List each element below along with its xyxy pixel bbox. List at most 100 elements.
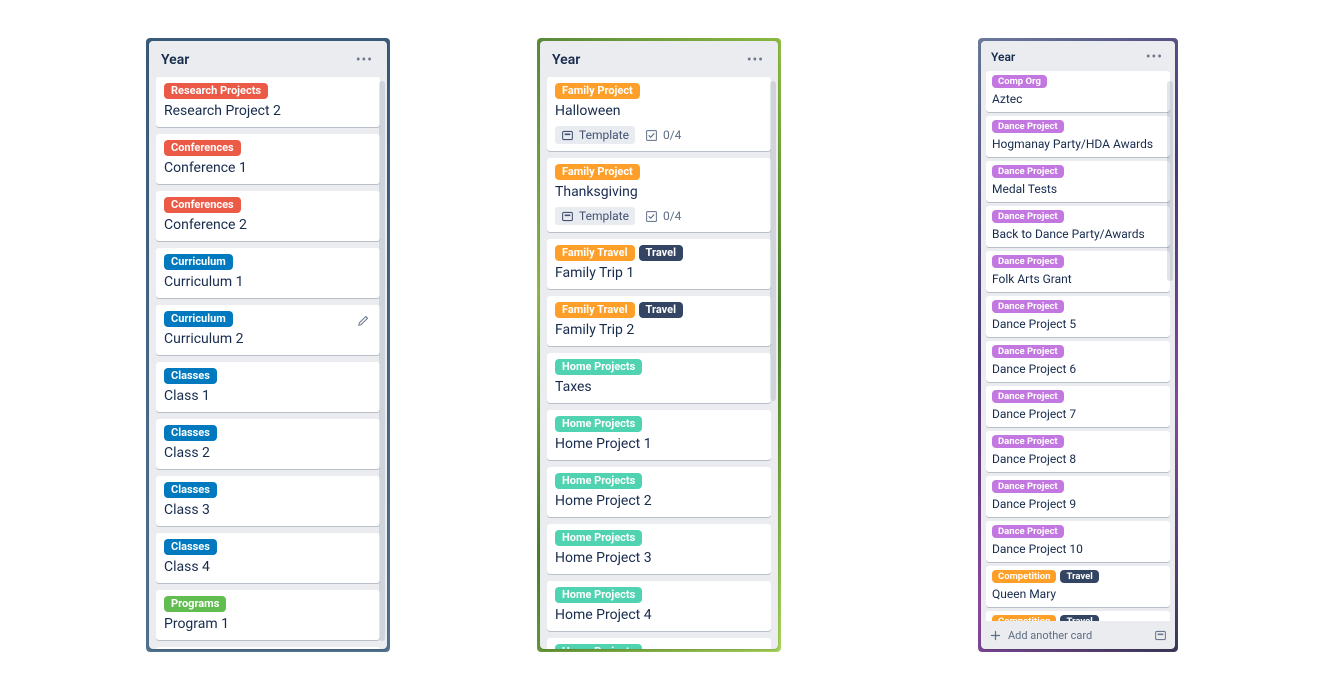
scrollbar[interactable] [770,81,776,401]
card[interactable]: Dance ProjectDance Project 8 [986,431,1170,472]
card-label[interactable]: Home Projects [555,473,642,489]
card-label[interactable]: Classes [164,539,217,555]
card-label[interactable]: Dance Project [992,525,1064,538]
card-label[interactable]: Competition [992,570,1056,583]
card-title: Dance Project 7 [992,406,1164,422]
card-label[interactable]: Home Projects [555,416,642,432]
labels-row: Family TravelTravel [555,302,763,318]
card[interactable]: CurriculumCurriculum 1 [156,248,380,298]
card[interactable]: Dance Project Dance Project 9 [986,476,1170,517]
card[interactable]: Classes Class 4 [156,533,380,583]
card[interactable]: Dance ProjectHogmanay Party/HDA Awards [986,116,1170,157]
card-label[interactable]: Programs [164,596,226,612]
card-label[interactable]: Curriculum [164,254,233,270]
labels-row: Dance Project [992,300,1164,313]
card[interactable]: Home ProjectsHome Project 3 [547,524,771,574]
scrollbar[interactable] [379,81,385,641]
card-label[interactable]: Dance Project [992,165,1064,178]
card-label[interactable]: Classes [164,425,217,441]
card-label[interactable]: Family Travel [555,245,635,261]
labels-row: Competition Travel [992,570,1164,583]
card[interactable]: Dance Project Dance Project 7 [986,386,1170,427]
card[interactable]: Home ProjectsHome Project 2 [547,467,771,517]
card[interactable]: ConferencesConference 2 [156,191,380,241]
card-label[interactable]: Conferences [164,197,241,213]
card[interactable]: Dance ProjectBack to Dance Party/Awards [986,206,1170,247]
card-label[interactable]: Family Travel [555,302,635,318]
card-title: Dance Project 10 [992,541,1164,557]
card-label[interactable]: Family Project [555,164,640,180]
card[interactable]: CurriculumCurriculum 2 [156,305,380,355]
card[interactable]: ConferencesConference 1 [156,134,380,184]
card-label[interactable]: Travel [639,245,683,261]
card-label[interactable]: Dance Project [992,480,1064,493]
card[interactable]: Research ProjectsResearch Project 2 [156,77,380,127]
card-title: Folk Arts Grant [992,271,1164,287]
card-label[interactable]: Dance Project [992,255,1064,268]
card-label[interactable]: Conferences [164,140,241,156]
card-label[interactable]: Classes [164,368,217,384]
card-label[interactable]: Dance Project [992,120,1064,133]
template-button[interactable] [1151,626,1169,644]
list-menu-icon[interactable]: ••• [743,53,768,67]
card-label[interactable]: Classes [164,482,217,498]
card[interactable]: ProgramsProgram 2 [156,647,380,649]
card-title: Program 1 [164,615,372,633]
template-badge-label: Template [579,128,629,142]
card-label[interactable]: Travel [1060,615,1098,621]
card-title: Medal Tests [992,181,1164,197]
card-label[interactable]: Home Projects [555,359,642,375]
card[interactable]: Comp OrgAztec [986,71,1170,112]
scrollbar[interactable] [1167,81,1173,281]
list-title[interactable]: Year [161,52,189,68]
card-title: Dance Project 5 [992,316,1164,332]
card-label[interactable]: Comp Org [992,75,1047,88]
card[interactable]: Programs Program 1 [156,590,380,640]
list-footer: Add another card [981,621,1175,649]
card-label[interactable]: Dance Project [992,435,1064,448]
card-label[interactable]: Dance Project [992,210,1064,223]
list-year-dance: Year ••• Comp OrgAztecDance ProjectHogma… [981,41,1175,649]
card[interactable]: ClassesClass 1 [156,362,380,412]
card-label[interactable]: Curriculum [164,311,233,327]
list-title[interactable]: Year [991,50,1015,64]
card-label[interactable]: Competition [992,615,1056,621]
card[interactable]: ClassesClass 3 [156,476,380,526]
card[interactable]: CompetitionTravelCo Indoor [986,611,1170,621]
card[interactable]: Dance Project Dance Project 5 [986,296,1170,337]
edit-card-button[interactable] [352,311,374,333]
card[interactable]: ClassesClass 2 [156,419,380,469]
labels-row: Dance Project [992,255,1164,268]
card-template-icon [1154,629,1167,642]
card[interactable]: Family ProjectHalloweenTemplate0/4 [547,77,771,151]
card-label[interactable]: Home Projects [555,587,642,603]
card-label[interactable]: Dance Project [992,390,1064,403]
card-label[interactable]: Travel [639,302,683,318]
card[interactable]: Home ProjectsHome Project 1 [547,410,771,460]
card[interactable]: Dance ProjectDance Project 6 [986,341,1170,382]
card-title: Class 4 [164,558,372,576]
card[interactable]: Home ProjectsTaxes [547,353,771,403]
card-label[interactable]: Home Projects [555,644,642,649]
card-label[interactable]: Dance Project [992,345,1064,358]
list-menu-icon[interactable]: ••• [1142,50,1167,64]
card[interactable]: Family TravelTravelFamily Trip 1 [547,239,771,289]
card[interactable]: CompetitionTravelQueen Mary [986,566,1170,607]
add-card-button[interactable]: Add another card [989,629,1092,642]
card[interactable]: Dance Project Dance Project 10 [986,521,1170,562]
card-title: Dance Project 9 [992,496,1164,512]
card-label[interactable]: Dance Project [992,300,1064,313]
card[interactable]: Family TravelTravelFamily Trip 2 [547,296,771,346]
card[interactable]: Home ProjectsHome Project 5 [547,638,771,649]
card[interactable]: Dance Project Folk Arts Grant [986,251,1170,292]
list-menu-icon[interactable]: ••• [352,53,377,67]
card[interactable]: Dance Project Medal Tests [986,161,1170,202]
card-label[interactable]: Home Projects [555,530,642,546]
list-title[interactable]: Year [552,52,580,68]
card[interactable]: Family ProjectThanksgivingTemplate0/4 [547,158,771,232]
card-label[interactable]: Research Projects [164,83,268,99]
labels-row: Classes [164,539,372,555]
card-label[interactable]: Travel [1060,570,1098,583]
card[interactable]: Home ProjectsHome Project 4 [547,581,771,631]
card-label[interactable]: Family Project [555,83,640,99]
